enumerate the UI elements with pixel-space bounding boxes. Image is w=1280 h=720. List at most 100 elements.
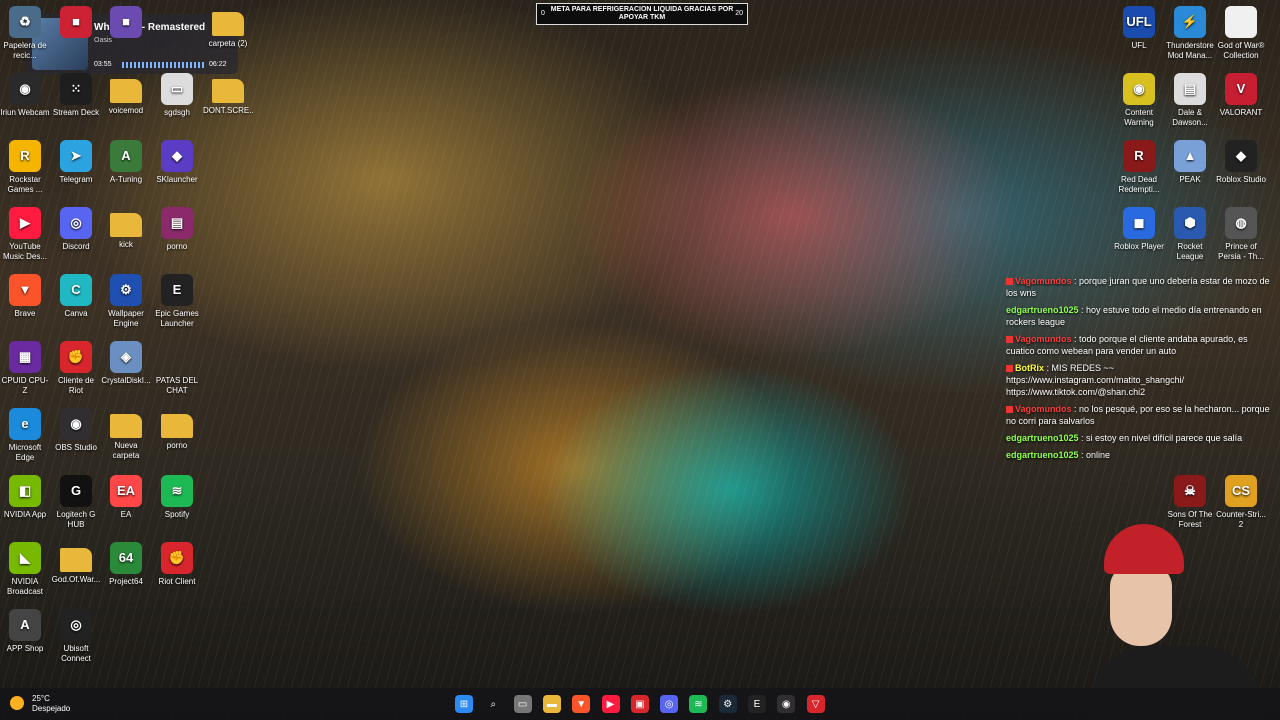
chat-badge-icon <box>1006 406 1013 414</box>
nvidia-broadcast-icon: ◣ <box>9 542 41 574</box>
discord-icon[interactable]: ◎ <box>660 695 679 713</box>
chat-separator: : <box>1078 305 1087 315</box>
desktop-icon[interactable]: A APP Shop <box>0 609 50 654</box>
desktop-icon[interactable]: ▼ Brave <box>0 274 50 319</box>
desktop-icon-label: Spotify <box>164 510 190 519</box>
spotify-icon[interactable]: ≋ <box>689 695 708 713</box>
app-icon: ■ <box>110 6 142 38</box>
stream-deck-icon: ⁙ <box>60 73 92 105</box>
desktop-icon[interactable]: A A-Tuning <box>101 140 151 185</box>
folder-icon <box>212 12 244 36</box>
desktop-icon[interactable]: UFL UFL <box>1114 6 1164 51</box>
desktop-icon[interactable]: God of War® Collection <box>1216 6 1266 61</box>
desktop-icon-label: Papelera de recic... <box>3 41 47 60</box>
chat-message: edgartrueno1025 : hoy estuve todo el med… <box>1006 304 1274 328</box>
chat-username: edgartrueno1025 <box>1006 450 1079 460</box>
desktop-icon[interactable]: ♻ Papelera de recic... <box>0 6 50 61</box>
desktop-icon[interactable]: ◉ Iriun Webcam <box>0 73 50 118</box>
desktop-icon[interactable]: kick <box>101 207 151 250</box>
chat-text: online <box>1086 450 1111 460</box>
desktop-icon[interactable]: R Rockstar Games ... <box>0 140 50 195</box>
brave-icon: ▼ <box>9 274 41 306</box>
crystaldisk-icon: ◈ <box>110 341 142 373</box>
desktop-icon[interactable]: EA EA <box>101 475 151 520</box>
desktop-icon[interactable]: ✊ Cliente de Riot <box>51 341 101 396</box>
windows-start-icon[interactable]: ⊞ <box>455 695 473 713</box>
desktop-icon[interactable]: God.Of.War... <box>51 542 101 585</box>
weather-temp: 25°C <box>32 694 50 703</box>
roblox-player-icon: ◼ <box>1123 207 1155 239</box>
desktop-icon[interactable]: V VALORANT <box>1216 73 1266 118</box>
roblox-icon[interactable]: ▣ <box>630 695 649 713</box>
desktop-icon[interactable]: ◆ Roblox Studio <box>1216 140 1266 185</box>
desktop-icon[interactable]: ▤ porno <box>152 207 202 252</box>
desktop-icon[interactable]: ➤ Telegram <box>51 140 101 185</box>
desktop-icon[interactable]: ▤ Dale & Dawson... <box>1165 73 1215 128</box>
desktop-icon-label: CrystalDiskI... <box>101 376 151 385</box>
chat-badge-icon <box>1006 278 1013 286</box>
taskbar: 25°C Despejado ⊞ ⌕ ▭ ▬ ▼ ▶ ▣ ◎ ≋ ⚙ E ◉ ▽ <box>0 688 1280 720</box>
file-explorer-icon[interactable]: ▬ <box>542 695 561 713</box>
chat-badge-icon <box>1006 336 1013 344</box>
ubisoft-icon: ◎ <box>60 609 92 641</box>
desktop-icon[interactable]: ◆ SKlauncher <box>152 140 202 185</box>
epic-games-icon[interactable]: E <box>748 695 766 713</box>
desktop-icon[interactable]: G Logitech G HUB <box>51 475 101 530</box>
desktop-icon[interactable]: ⬢ Rocket League <box>1165 207 1215 262</box>
desktop-icon[interactable]: ⚡ Thunderstore Mod Mana... <box>1165 6 1215 61</box>
desktop-icon[interactable]: 64 Project64 <box>101 542 151 587</box>
canva-icon: C <box>60 274 92 306</box>
desktop-icon[interactable]: ⁙ Stream Deck <box>51 73 101 118</box>
edge-icon: e <box>9 408 41 440</box>
desktop-icon[interactable]: ◉ OBS Studio <box>51 408 101 453</box>
discord-icon: ◎ <box>60 207 92 239</box>
desktop-icon[interactable]: porno <box>152 408 202 451</box>
desktop-icon-label: porno <box>166 242 188 251</box>
desktop-icon[interactable]: ◎ Ubisoft Connect <box>51 609 101 664</box>
desktop-icon[interactable]: ■ <box>51 6 101 41</box>
steam-icon[interactable]: ⚙ <box>718 695 737 713</box>
desktop-icon[interactable]: ✊ Riot Client <box>152 542 202 587</box>
desktop-icon[interactable]: ◎ Discord <box>51 207 101 252</box>
riot-icon: ✊ <box>60 341 92 373</box>
desktop-icon[interactable]: ⚙ Wallpaper Engine <box>101 274 151 329</box>
desktop-icon[interactable]: ▶ YouTube Music Des... <box>0 207 50 262</box>
desktop-icon[interactable]: DONT.SCRE... <box>203 73 253 116</box>
desktop-icon[interactable]: Nueva carpeta <box>101 408 151 461</box>
desktop-icon-label: EA <box>120 510 132 519</box>
desktop-icon[interactable]: carpeta (2) <box>203 6 253 49</box>
desktop-icon[interactable]: ▦ CPUID CPU-Z <box>0 341 50 396</box>
desktop-icon[interactable]: R Red Dead Redempti... <box>1114 140 1164 195</box>
desktop-icon[interactable]: C Canva <box>51 274 101 319</box>
brave-icon[interactable]: ▼ <box>572 695 591 713</box>
desktop-icon[interactable]: ◧ NVIDIA App <box>0 475 50 520</box>
search-icon[interactable]: ⌕ <box>484 695 502 713</box>
track-waveform[interactable] <box>122 62 206 68</box>
desktop-icon[interactable]: ◉ Content Warning <box>1114 73 1164 128</box>
desktop-icon[interactable]: e Microsoft Edge <box>0 408 50 463</box>
desktop-icon[interactable]: ≋ Spotify <box>152 475 202 520</box>
desktop-icon[interactable]: E Epic Games Launcher <box>152 274 202 329</box>
youtube-music-icon[interactable]: ▶ <box>601 695 620 713</box>
track-elapsed: 03:55 <box>94 61 112 68</box>
desktop-icon-label: UFL <box>1131 41 1147 50</box>
weather-desc: Despejado <box>32 704 71 713</box>
folder-icon <box>161 414 193 438</box>
desktop-icon[interactable]: ■ <box>101 6 151 41</box>
chat-separator: : <box>1078 433 1087 443</box>
desktop-icon-label: Prince of Persia - Th... <box>1218 242 1264 261</box>
desktop-icon[interactable]: ◈ CrystalDiskI... <box>101 341 151 386</box>
desktop-icon[interactable]: ▭ sgdsgh <box>152 73 202 118</box>
desktop-icon[interactable]: PATAS DEL CHAT <box>152 341 202 396</box>
epic-games-icon: E <box>161 274 193 306</box>
desktop-icon[interactable]: voicemod <box>101 73 151 116</box>
desktop-icon[interactable]: ◼ Roblox Player <box>1114 207 1164 252</box>
desktop-icon[interactable]: ▲ PEAK <box>1165 140 1215 185</box>
desktop-icon-label: Microsoft Edge <box>8 443 42 462</box>
app-icon[interactable]: ▽ <box>806 695 825 713</box>
obs-icon[interactable]: ◉ <box>777 695 796 713</box>
task-view-icon[interactable]: ▭ <box>513 695 532 713</box>
desktop-icon[interactable]: ◣ NVIDIA Broadcast <box>0 542 50 597</box>
counter-strike-icon: CS <box>1225 475 1257 507</box>
desktop-icon[interactable]: ◍ Prince of Persia - Th... <box>1216 207 1266 262</box>
